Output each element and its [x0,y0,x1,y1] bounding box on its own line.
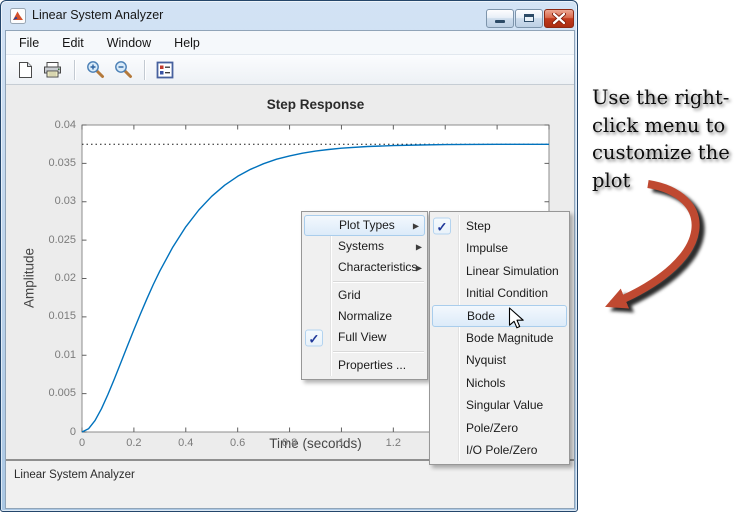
menu-item-singular-value[interactable]: Singular Value [430,394,569,416]
zoom-out-button[interactable] [110,58,136,82]
checkmark-icon: ✓ [433,218,451,235]
annotation-line: Use the right- [592,84,744,112]
menu-item-label: Initial Condition [466,286,548,300]
menubar-item-edit[interactable]: Edit [53,33,93,53]
status-bar: Linear System Analyzer [6,459,574,508]
menu-item-label: Step [466,219,491,233]
menu-item-nichols[interactable]: Nichols [430,372,569,394]
menu-item-bode[interactable]: Bode [432,305,567,327]
menu-item-label: Bode Magnitude [466,331,553,345]
menubar-item-file[interactable]: File [10,33,48,53]
preferences-button[interactable] [152,58,178,82]
menu-item-grid[interactable]: Grid [302,285,427,306]
print-icon [43,61,63,79]
submenu-arrow-icon: ▶ [416,257,422,278]
menu-item-systems[interactable]: Systems ▶ [302,236,427,257]
context-menu: Plot Types▶Systems▶Characteristics▶GridN… [301,211,428,380]
menu-separator [333,281,424,283]
mouse-cursor-icon [508,307,526,331]
menu-item-label: Grid [338,288,361,302]
menu-item-normalize[interactable]: Normalize [302,306,427,327]
plot-title: Step Response [82,97,549,112]
menubar-item-window[interactable]: Window [98,33,160,53]
toolbar-separator [74,60,76,80]
menu-item-label: Plot Types [339,218,395,232]
window-controls [485,9,574,28]
toolbar [6,54,574,85]
checkmark-icon: ✓ [305,329,323,346]
toolbar-separator [144,60,146,80]
screenshot-root: Linear System Analyzer FileEditWindowHel… [0,0,744,512]
menu-item-label: Impulse [466,241,508,255]
menu-item-label: Pole/Zero [466,421,518,435]
menu-item-label: Linear Simulation [466,264,559,278]
new-document-button[interactable] [12,58,38,82]
menu-item-plot-types[interactable]: Plot Types ▶ [304,215,425,236]
zoom-in-icon [86,60,105,79]
maximize-button[interactable] [515,9,543,28]
menu-item-full-view[interactable]: ✓ Full View [302,327,427,348]
maximize-icon [524,14,534,22]
plot-types-submenu: ✓ Step Impulse Linear Simulation Initial Con… [429,211,570,465]
new-document-icon [17,61,34,79]
submenu-arrow-icon: ▶ [416,236,422,257]
menu-item-label: Bode [467,309,495,323]
menu-item-label: Nichols [466,376,505,390]
menu-item-properties[interactable]: Properties ... [302,355,427,376]
menu-item-nyquist[interactable]: Nyquist [430,349,569,371]
annotation-line: click menu to [592,112,744,140]
titlebar[interactable]: Linear System Analyzer [1,1,577,30]
menu-separator [333,351,424,353]
menu-item-characteristics[interactable]: Characteristics▶ [302,257,427,278]
menu-item-label: Characteristics [338,260,417,274]
menu-item-impulse[interactable]: Impulse [430,237,569,259]
matlab-app-icon [10,8,26,24]
menu-item-label: Systems [338,239,384,253]
menu-item-linear-simulation[interactable]: Linear Simulation [430,260,569,282]
y-axis-label: Amplitude [22,248,37,308]
menu-item-label: Nyquist [466,353,506,367]
menu-item-label: Normalize [338,309,392,323]
zoom-in-button[interactable] [82,58,108,82]
window-title: Linear System Analyzer [32,8,163,22]
menu-item-initial-condition[interactable]: Initial Condition [430,282,569,304]
menu-item-step[interactable]: ✓ Step [430,215,569,237]
zoom-out-icon [114,60,133,79]
menu-item-label: Singular Value [466,398,543,412]
print-button[interactable] [40,58,66,82]
annotation-line: customize the [592,139,744,167]
menu-item-i-o-pole-zero[interactable]: I/O Pole/Zero [430,439,569,461]
menu-item-label: Properties ... [338,358,406,372]
minimize-icon [495,20,505,23]
status-text: Linear System Analyzer [14,469,135,481]
close-icon [552,13,566,24]
preferences-icon [156,61,174,79]
menu-item-label: I/O Pole/Zero [466,443,537,457]
submenu-arrow-icon: ▶ [413,216,419,235]
close-button[interactable] [544,9,574,28]
menu-item-bode-magnitude[interactable]: Bode Magnitude [430,327,569,349]
menu-item-pole-zero[interactable]: Pole/Zero [430,417,569,439]
menu-item-label: Full View [338,330,386,344]
menubar-item-help[interactable]: Help [165,33,209,53]
annotation-arrow-icon [578,168,744,320]
minimize-button[interactable] [486,9,514,28]
menu-bar: FileEditWindowHelp [6,31,574,54]
